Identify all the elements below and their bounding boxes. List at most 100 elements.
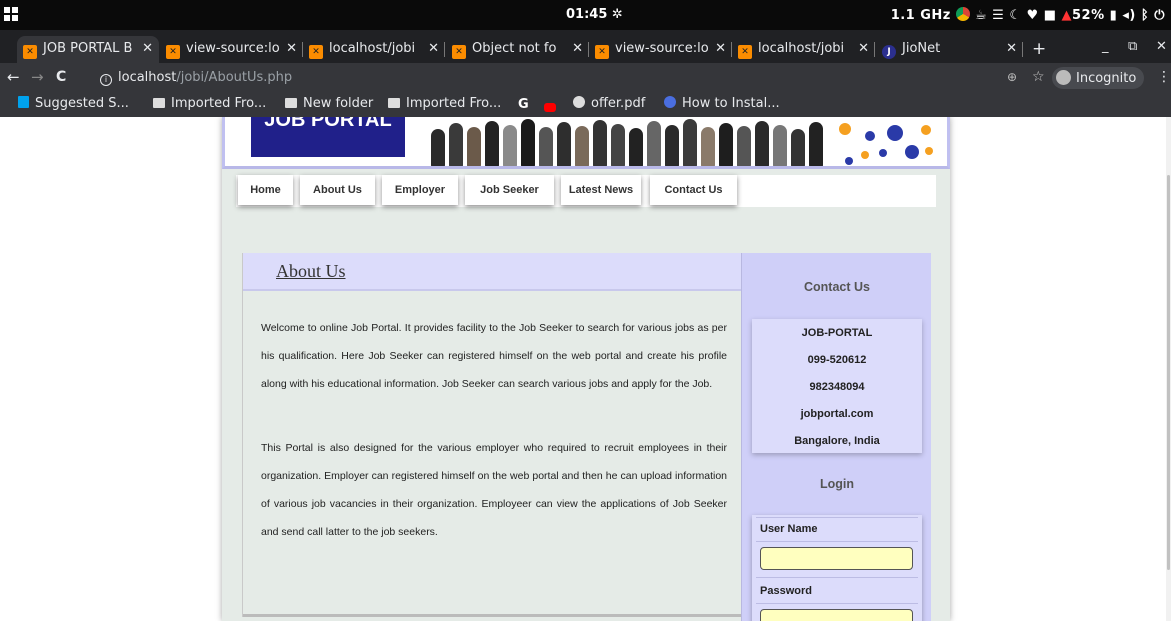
nav-home[interactable]: Home — [238, 175, 293, 205]
username-label: User Name — [760, 523, 818, 535]
nav-about-us[interactable]: About Us — [300, 175, 375, 205]
contact-website: jobportal.com — [800, 408, 874, 420]
content-title-bar: About Us — [243, 253, 742, 291]
tab-view-source-1[interactable]: ✕ view-source:lo ✕ — [160, 36, 303, 63]
globe-blue-icon — [664, 96, 676, 108]
xampp-icon: ✕ — [166, 45, 180, 59]
cpu-frequency: 1.1 GHz — [890, 8, 951, 23]
address-bar[interactable]: i localhost/jobi/AboutUs.php — [100, 66, 1000, 90]
incognito-badge[interactable]: Incognito — [1052, 67, 1145, 89]
battery-percent: 52% — [1072, 8, 1105, 23]
bookmark-youtube[interactable] — [544, 100, 562, 115]
xampp-icon: ✕ — [23, 45, 37, 59]
restore-icon[interactable]: ⧉ — [1128, 39, 1137, 54]
close-tab-icon[interactable]: ✕ — [858, 41, 869, 56]
contact-phone-1: 099-520612 — [807, 354, 867, 366]
back-icon[interactable]: ← — [7, 68, 20, 86]
close-window-icon[interactable]: ✕ — [1156, 39, 1167, 54]
tab-localhost-1[interactable]: ✕ localhost/jobi ✕ — [303, 36, 445, 63]
jio-icon: J — [882, 45, 896, 59]
forward-icon[interactable]: → — [31, 68, 44, 86]
bing-icon — [18, 96, 29, 108]
site-container: JOB PORTAL Home About Us Employer Job Se… — [222, 117, 950, 621]
alert-icon: ▲ — [1061, 8, 1073, 23]
bookmark-new-folder[interactable]: New folder — [285, 96, 373, 111]
people-banner-image — [425, 117, 845, 166]
system-tray[interactable]: 1.1 GHz ☕ ☰ ☾ ♥ ■ ▲52% ▮ ◂) ᛒ ⏻ — [891, 7, 1165, 23]
about-paragraph-2: This Portal is also designed for the var… — [261, 442, 727, 538]
scrollbar-thumb[interactable] — [1167, 175, 1170, 570]
os-top-bar: 01:45 ✲ 1.1 GHz ☕ ☰ ☾ ♥ ■ ▲52% ▮ ◂) ᛒ ⏻ — [0, 0, 1171, 30]
battery-icon: ▮ — [1109, 8, 1118, 23]
app-grid-icon[interactable] — [4, 7, 18, 21]
site-banner: JOB PORTAL — [222, 117, 950, 169]
sidebar: Contact Us JOB-PORTAL 099-520612 9823480… — [741, 253, 931, 621]
login-heading: Login — [819, 477, 854, 491]
tab-jionet[interactable]: J JioNet ✕ — [876, 36, 1023, 63]
coffee-icon: ☕ — [974, 8, 988, 23]
incognito-icon — [1056, 70, 1071, 85]
xampp-icon: ✕ — [452, 45, 466, 59]
nav-contact-us[interactable]: Contact Us — [650, 175, 737, 205]
bookmark-imported-1[interactable]: Imported Fro... — [153, 96, 266, 111]
browser-toolbar: ← → C i localhost/jobi/AboutUs.php ⊕ ☆ In… — [0, 63, 1171, 93]
close-tab-icon[interactable]: ✕ — [572, 41, 583, 56]
zoom-icon[interactable]: ⊕ — [1007, 70, 1017, 84]
bookmark-offer-pdf[interactable]: offer.pdf — [573, 96, 645, 111]
bookmark-imported-2[interactable]: Imported Fro... — [388, 96, 501, 111]
power-icon: ⏻ — [1154, 8, 1165, 23]
bookmark-suggested[interactable]: Suggested S... — [18, 96, 129, 111]
tab-view-source-2[interactable]: ✕ view-source:lo ✕ — [589, 36, 732, 63]
globe-icon — [573, 96, 585, 108]
folder-tray-icon: ■ — [1043, 8, 1057, 23]
tab-job-portal[interactable]: ✕ JOB PORTAL B ✕ — [17, 36, 159, 63]
contact-address: Bangalore, India — [794, 435, 880, 447]
page-viewport: JOB PORTAL Home About Us Employer Job Se… — [0, 117, 1171, 621]
bookmark-star-icon[interactable]: ☆ — [1032, 69, 1045, 85]
bookmark-how-to-install[interactable]: How to Instal... — [664, 96, 780, 111]
nav-employer[interactable]: Employer — [382, 175, 458, 205]
new-tab-icon[interactable]: + — [1032, 39, 1046, 59]
chrome-icon — [955, 7, 970, 21]
close-tab-icon[interactable]: ✕ — [715, 41, 726, 56]
password-label: Password — [760, 585, 812, 597]
wifi-icon: ♥ — [1026, 8, 1039, 23]
decorative-dots — [825, 117, 945, 166]
page-scrollbar[interactable] — [1166, 117, 1171, 621]
folder-icon — [153, 98, 165, 108]
browser-menu-icon[interactable]: ⋮ — [1157, 69, 1171, 85]
youtube-icon — [544, 103, 556, 112]
bookmark-google[interactable]: G — [518, 96, 536, 112]
close-tab-icon[interactable]: ✕ — [286, 41, 297, 56]
contact-company: JOB-PORTAL — [801, 327, 873, 339]
xampp-icon: ✕ — [738, 45, 752, 59]
site-logo[interactable]: JOB PORTAL — [251, 117, 405, 157]
menu-lines-icon: ☰ — [992, 8, 1005, 23]
bookmarks-bar: Suggested S... Imported Fro... New folde… — [0, 93, 1171, 117]
close-tab-icon[interactable]: ✕ — [142, 41, 153, 56]
bluetooth-icon: ᛒ — [1140, 8, 1150, 23]
username-input[interactable] — [760, 547, 913, 570]
close-tab-icon[interactable]: ✕ — [1006, 41, 1017, 56]
xampp-icon: ✕ — [309, 45, 323, 59]
password-input[interactable] — [760, 609, 913, 621]
close-tab-icon[interactable]: ✕ — [428, 41, 439, 56]
page-title: About Us — [276, 261, 346, 281]
volume-icon: ◂) — [1122, 8, 1136, 23]
reload-icon[interactable]: C — [56, 69, 66, 85]
site-info-icon[interactable]: i — [100, 74, 112, 86]
google-icon: G — [518, 97, 529, 112]
browser-tabstrip: ✕ JOB PORTAL B ✕ ✕ view-source:lo ✕ ✕ local… — [0, 30, 1171, 63]
contact-box: JOB-PORTAL 099-520612 982348094 jobporta… — [752, 319, 922, 453]
about-content: About Us Welcome to online Job Portal. I… — [242, 253, 742, 617]
nav-job-seeker[interactable]: Job Seeker — [465, 175, 554, 205]
main-nav: Home About Us Employer Job Seeker Latest… — [236, 175, 936, 207]
tab-localhost-2[interactable]: ✕ localhost/jobi ✕ — [732, 36, 875, 63]
contact-phone-2: 982348094 — [809, 381, 865, 393]
folder-icon — [285, 98, 297, 108]
minimize-icon[interactable]: _ — [1102, 39, 1109, 54]
tab-object-not-found[interactable]: ✕ Object not fo ✕ — [446, 36, 589, 63]
about-paragraph-1: Welcome to online Job Portal. It provide… — [261, 322, 727, 390]
clock[interactable]: 01:45 ✲ — [566, 7, 623, 22]
nav-latest-news[interactable]: Latest News — [561, 175, 641, 205]
